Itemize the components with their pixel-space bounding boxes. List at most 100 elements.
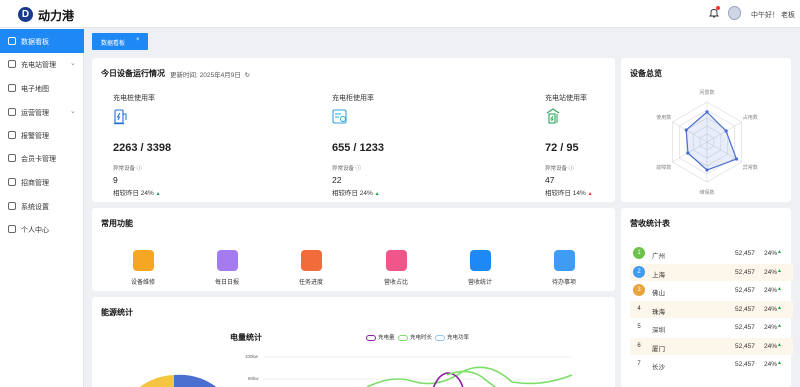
member-card-icon	[8, 154, 16, 162]
stat-sub-label: 异常设备 ⓘ	[332, 166, 362, 172]
stat-abnormal-count: 9	[113, 175, 118, 185]
tab-dashboard[interactable]: 数据看板 ×	[92, 33, 148, 50]
trend-up-icon: ▲	[587, 191, 593, 197]
charging-station-icon	[8, 60, 16, 68]
table-row[interactable]: 1 广州 52,457 24% ▲	[630, 245, 793, 262]
radar-point	[684, 128, 688, 132]
trend-up-icon: ▲	[777, 360, 782, 366]
chevron-down-icon: ⌄	[70, 108, 76, 115]
radar-label: 故障数	[656, 164, 671, 171]
function-label: 待办事项	[551, 280, 576, 286]
sidebar-item-label: 运营管理	[21, 110, 49, 117]
revenue-amount: 52,457	[735, 250, 755, 257]
city-name: 广州	[652, 253, 665, 260]
compare-text: 相较昨日 24%	[332, 190, 373, 197]
function-label: 设备维修	[130, 280, 155, 286]
card-title: 营收统计表	[630, 219, 670, 228]
stat-value: 655 / 1233	[332, 142, 384, 154]
sidebar-item-label: 系统设置	[21, 204, 49, 211]
revenue-percent: 24%	[764, 250, 778, 257]
compare-text: 相较昨日 24%	[113, 190, 154, 197]
revenue-amount: 52,457	[735, 305, 755, 313]
radar-label: 使用数	[656, 114, 671, 121]
trend-up-icon: ▲	[777, 304, 782, 311]
table-row[interactable]: 6 厦门 52,457 24% ▲	[630, 337, 793, 355]
stat-sub-label: 异常设备 ⓘ	[113, 166, 143, 172]
radar-chart: 闲置数占用数异常数维保数 故障数 使用数	[656, 89, 758, 196]
stat-abnormal-count: 47	[545, 175, 555, 185]
rank-badge: 3	[633, 284, 645, 296]
today-status-card: 今日设备运行情况 更新时间: 2025年4月9日 ↻ 充电桩使用率 2263 /…	[92, 58, 615, 202]
stat-charging-pile: 充电桩使用率 2263 / 3398 异常设备 ⓘ 9 相较昨日 24% ▲	[113, 58, 263, 208]
city-name: 长沙	[652, 364, 665, 371]
stat-sub-label: 异常设备 ⓘ	[545, 166, 575, 172]
greeting-text[interactable]: 中午好！ 老板	[751, 10, 795, 20]
sidebar-item-profile[interactable]: 个人中心	[0, 217, 84, 241]
sidebar-item-member-card[interactable]: 会员卡管理	[0, 146, 84, 170]
stat-value: 72 / 95	[545, 142, 579, 154]
city-name: 上海	[652, 271, 665, 279]
todo-icon	[554, 250, 575, 271]
radar-series	[685, 111, 738, 171]
table-row[interactable]: 5 深圳 52,457 24% ▲	[630, 319, 793, 336]
revenue-card: 营收统计表 1 广州 52,457 24% ▲ 2 上海 52,457 24% ▲ 3 佛山 52,45…	[621, 208, 793, 387]
table-row[interactable]: 2 上海 52,457 24% ▲	[630, 263, 793, 281]
sidebar-item-alarm[interactable]: 报警管理	[0, 123, 84, 147]
function-label: 营收占比	[383, 280, 408, 286]
radar-label: 闲置数	[699, 89, 714, 96]
function-daily-report[interactable]: 每日日报	[197, 250, 257, 290]
table-row[interactable]: 7 长沙 52,457 24% ▲	[630, 356, 793, 373]
revenue-percent: 24%	[764, 305, 778, 313]
rank-badge: 5	[637, 324, 641, 330]
notification-dot	[716, 6, 720, 10]
function-task-progress[interactable]: 任务进度	[281, 250, 341, 290]
sidebar-item-settings[interactable]: 系统设置	[0, 194, 84, 218]
avatar[interactable]	[728, 6, 741, 20]
investment-icon	[8, 178, 16, 186]
function-revenue-share[interactable]: 营收占比	[366, 250, 426, 290]
stat-title: 充电柜使用率	[332, 95, 374, 102]
table-row[interactable]: 4 珠海 52,457 24% ▲	[630, 300, 793, 318]
operations-icon	[8, 108, 16, 116]
radar-label: 占用数	[743, 114, 758, 121]
trend-up-icon: ▲	[777, 341, 782, 348]
function-todo[interactable]: 待办事项	[534, 250, 594, 290]
radar-point	[724, 129, 728, 133]
user-icon	[8, 225, 16, 233]
function-device-repair[interactable]: 设备维修	[113, 250, 173, 290]
trend-up-icon: ▲	[777, 286, 782, 292]
table-row[interactable]: 3 佛山 52,457 24% ▲	[630, 282, 793, 299]
stat-title: 充电站使用率	[545, 95, 587, 102]
sidebar-item-label: 招商管理	[21, 180, 49, 187]
top-bar: D 动力港 中午好！ 老板	[0, 0, 800, 28]
compare-text: 相较昨日 14%	[545, 190, 586, 197]
sidebar-item-dashboard[interactable]: 数据看板	[0, 29, 84, 53]
sidebar-item-label: 电子地图	[21, 86, 49, 93]
revenue-percent: 24%	[764, 361, 778, 368]
trend-up-icon: ▲	[777, 249, 782, 255]
charging-cabinet-icon	[332, 109, 347, 124]
sidebar-item-charging-station[interactable]: 充电站管理 ⌄	[0, 52, 84, 76]
sidebar-item-investment[interactable]: 招商管理	[0, 170, 84, 194]
radar-point	[705, 168, 709, 172]
sidebar-item-label: 充电站管理	[21, 62, 56, 69]
trend-up-icon: ▲	[374, 191, 380, 197]
sidebar-item-map[interactable]: 电子地图	[0, 76, 84, 100]
dashboard-icon	[8, 37, 16, 45]
revenue-amount: 52,457	[735, 268, 755, 276]
pie-chart-icon	[386, 250, 407, 271]
energy-stats-card: 能源统计 电量统计 充电量 充电时长 充电功率 100kw 80kw	[92, 297, 615, 387]
close-icon[interactable]: ×	[136, 37, 140, 43]
chevron-down-icon: ⌄	[70, 60, 76, 67]
sidebar-item-operations[interactable]: 运营管理 ⌄	[0, 100, 84, 124]
app-logo: D	[18, 7, 33, 22]
function-label: 营收统计	[467, 280, 492, 286]
function-revenue-stats[interactable]: 营收统计	[450, 250, 510, 290]
trend-up-icon: ▲	[155, 191, 161, 197]
revenue-amount: 52,457	[735, 361, 755, 368]
stat-charging-cabinet: 充电柜使用率 655 / 1233 异常设备 ⓘ 22 相较昨日 24% ▲	[332, 58, 482, 208]
energy-donut-chart	[139, 374, 217, 387]
trend-up-icon: ▲	[777, 267, 782, 274]
radar-label: 异常数	[743, 164, 758, 171]
tab-label: 数据看板	[101, 41, 126, 47]
